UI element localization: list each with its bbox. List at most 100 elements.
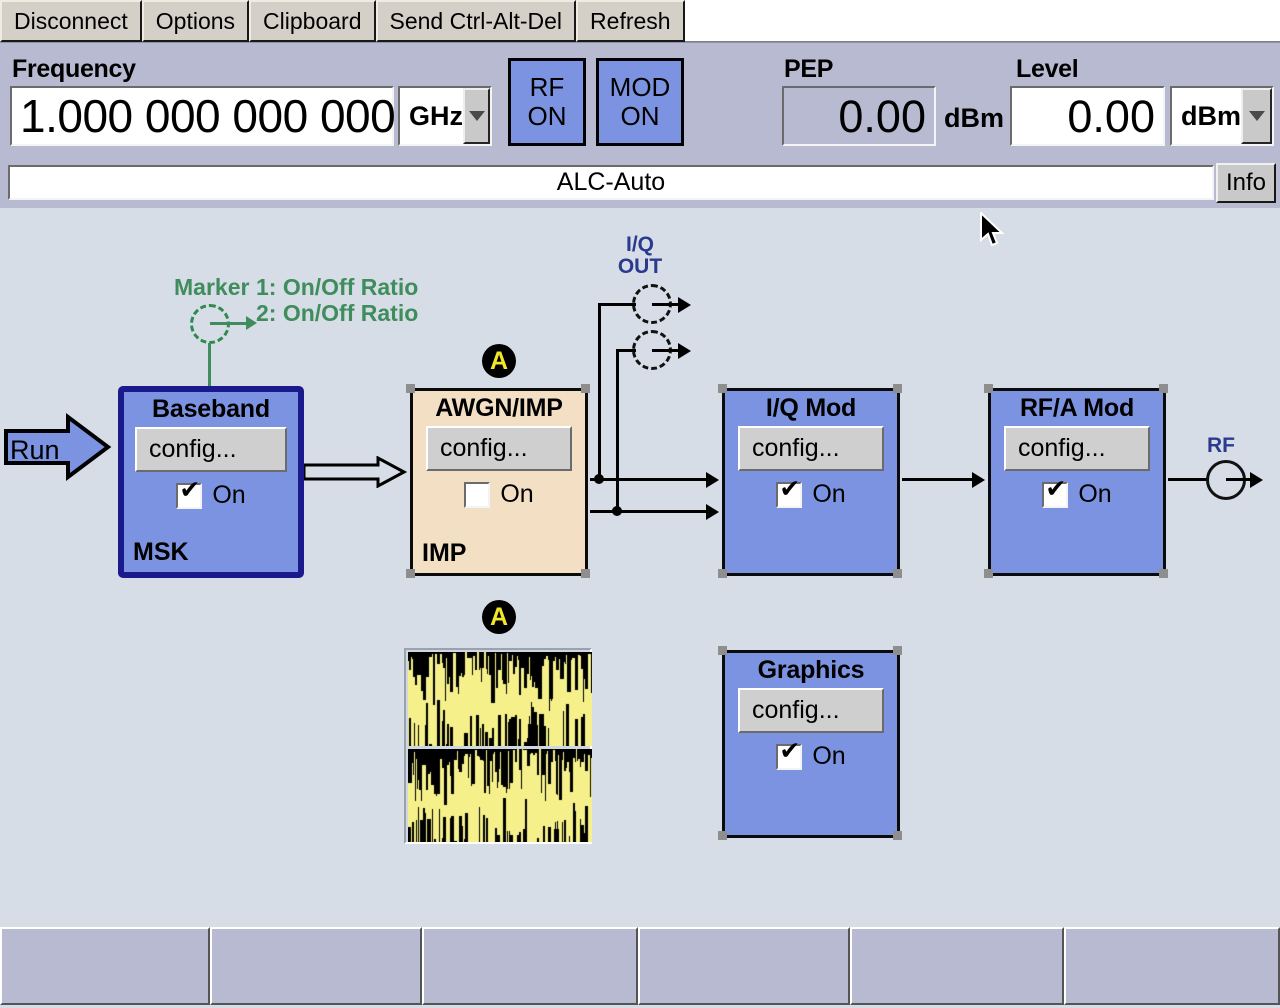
info-button[interactable]: Info [1216,163,1276,203]
iq-mod-config-button[interactable]: config... [738,426,884,471]
iq-mod-title: I/Q Mod [765,394,857,422]
run-arrow-icon[interactable]: Run [2,413,112,486]
mod-on-button[interactable]: MOD ON [596,58,684,146]
branch-bottom-horizontal [616,349,636,352]
softkey-3[interactable] [422,927,638,1005]
awgn-imp-on-row[interactable]: On [413,480,585,509]
awgn-imp-title: AWGN/IMP [435,394,563,422]
rf-out-line-in [1168,478,1208,481]
frequency-input[interactable]: 1.000 000 000 000 [10,86,396,146]
awgn-handle-tl [406,384,415,393]
awgn-handle-br [581,569,590,578]
graphics-title: Graphics [757,656,865,684]
rfamod-handle-bl [984,569,993,578]
softkey-4[interactable] [638,927,850,1005]
frequency-label: Frequency [12,55,136,83]
graphics-on-checkbox[interactable] [776,739,803,770]
frequency-unit-select[interactable]: GHz [398,86,492,146]
vnc-toolbar: Disconnect Options Clipboard Send Ctrl-A… [0,0,1280,42]
vnc-toolbar-filler [684,0,1280,42]
run-label: Run [10,435,60,465]
awgn-imp-on-label: On [500,480,534,508]
branch-top-horizontal [598,303,636,306]
rf-a-mod-on-row[interactable]: On [991,477,1163,509]
waveform-panel-2 [408,749,592,842]
rf-on-button[interactable]: RF ON [508,58,586,146]
branch-top-vertical [598,303,601,481]
awgn-imp-block[interactable]: AWGN/IMP config... On IMP [410,388,588,576]
pep-unit-label: dBm [944,103,1004,133]
iqmod-handle-br [893,569,902,578]
status-message: ALC-Auto [8,165,1214,200]
baseband-title: Baseband [152,395,270,423]
graphics-on-row[interactable]: On [725,739,897,771]
info-bar: ALC-Auto Info [0,160,1280,208]
junction-dot-2 [612,506,622,516]
send-ctrl-alt-del-button[interactable]: Send Ctrl-Alt-Del [375,0,577,42]
iq-mod-on-label: On [812,480,846,508]
softkey-5[interactable] [850,927,1064,1005]
disconnect-button[interactable]: Disconnect [0,0,142,42]
pep-label: PEP [784,55,834,83]
chevron-down-icon[interactable] [1241,88,1272,144]
options-button[interactable]: Options [141,0,250,42]
rf-out-arrowhead-icon [1250,472,1263,488]
softkey-2[interactable] [210,927,422,1005]
graphics-waveform-display[interactable] [404,648,592,844]
iq-out-1-arrowhead-icon [678,297,691,313]
rf-on-button-line2: ON [527,101,567,131]
iq-out-label-line1: I/Q [625,233,654,256]
rfamod-handle-tr [1159,384,1168,393]
level-value: 0.00 [1067,90,1155,142]
mod-on-button-line2: ON [620,101,660,131]
level-unit-value: dBm [1181,100,1241,131]
iqmod-to-rfamod-arrowhead-icon [972,472,985,488]
iq-mod-block[interactable]: I/Q Mod config... On [722,388,900,576]
marker-arrowhead-icon [246,316,257,330]
awgn-handle-bl [406,569,415,578]
baseband-block[interactable]: Baseband config... On MSK [118,386,304,578]
clipboard-button[interactable]: Clipboard [249,0,376,42]
awgn-imp-on-checkbox[interactable] [464,481,491,508]
rf-a-mod-on-checkbox[interactable] [1042,477,1069,508]
baseband-on-checkbox[interactable] [176,478,203,509]
refresh-button[interactable]: Refresh [576,0,685,42]
iq-mod-on-row[interactable]: On [725,477,897,509]
branch-bottom-vertical [616,349,619,513]
rf-out-label: RF [1207,434,1235,457]
pep-value-field: 0.00 [782,86,936,146]
awgn-imp-sub-label: IMP [422,539,467,567]
rfamod-handle-br [1159,569,1168,578]
baseband-config-button[interactable]: config... [135,427,287,472]
iq-mod-on-checkbox[interactable] [776,477,803,508]
marker-drop-line [208,343,211,388]
awgn-handle-tr [581,384,590,393]
baseband-to-awgn-arrow [302,455,408,493]
level-input[interactable]: 0.00 [1010,86,1165,146]
level-unit-select[interactable]: dBm [1170,86,1274,146]
rf-a-mod-config-button[interactable]: config... [1004,426,1150,471]
rf-on-button-line1: RF [529,71,565,102]
chevron-down-icon[interactable] [463,88,490,144]
waveform-panel-1 [408,652,592,746]
baseband-on-label: On [212,481,246,509]
awgn-to-iqmod-arrowhead-1-icon [706,472,719,488]
softkey-1[interactable] [0,927,210,1005]
baseband-on-row[interactable]: On [124,478,298,510]
baseband-sub-label: MSK [133,538,189,566]
mouse-cursor-icon [980,210,1006,255]
frequency-value: 1.000 000 000 000 [20,90,396,142]
graphics-config-button[interactable]: config... [738,688,884,733]
graphics-handle-br [893,831,902,840]
graphics-on-label: On [812,742,846,770]
graphics-handle-tl [718,646,727,655]
level-label: Level [1016,55,1079,83]
rf-a-mod-block[interactable]: RF/A Mod config... On [988,388,1166,576]
softkey-6[interactable] [1064,927,1280,1005]
graphics-block[interactable]: Graphics config... On [722,650,900,838]
awgn-imp-config-button[interactable]: config... [426,426,572,471]
iqmod-to-rfamod-line [902,478,978,481]
graphics-handle-bl [718,831,727,840]
awgn-to-iqmod-arrowhead-2-icon [706,504,719,520]
marker-title: Marker [174,274,250,300]
